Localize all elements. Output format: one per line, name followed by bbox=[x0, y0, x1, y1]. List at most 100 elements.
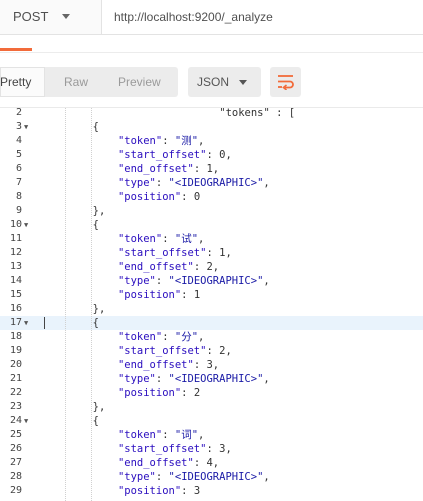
code-line: 16}, bbox=[0, 302, 423, 316]
json-key: "token" bbox=[117, 331, 163, 343]
line-number: 6 bbox=[15, 163, 22, 174]
response-tab-strip bbox=[0, 37, 423, 53]
json-text: : bbox=[181, 485, 194, 497]
code-line: 11 "token": "试", bbox=[0, 232, 423, 246]
json-text: , bbox=[263, 275, 270, 287]
json-text: 2 bbox=[193, 387, 201, 399]
fold-caret-icon[interactable]: ▼ bbox=[24, 316, 28, 330]
json-text: : bbox=[193, 261, 207, 273]
json-text: , bbox=[212, 359, 220, 371]
json-text: : bbox=[162, 429, 175, 441]
json-text: , bbox=[263, 471, 270, 483]
code-line: 12 "start_offset": 1, bbox=[0, 246, 423, 260]
line-number: 3 bbox=[15, 121, 22, 132]
line-number: 22 bbox=[9, 387, 22, 398]
code-line: 20 "end_offset": 3, bbox=[0, 358, 423, 372]
json-key: "position" bbox=[117, 387, 182, 399]
fold-caret-icon[interactable]: ▼ bbox=[24, 120, 28, 134]
line-number: 8 bbox=[15, 191, 22, 202]
line-number: 26 bbox=[9, 443, 22, 454]
line-number: 17 bbox=[9, 317, 22, 328]
code-line: 6 "end_offset": 1, bbox=[0, 162, 423, 176]
json-text: 1 bbox=[193, 289, 201, 301]
code-text: "end_offset": 1, bbox=[118, 162, 219, 176]
json-text: : bbox=[155, 471, 169, 483]
tab-divider bbox=[0, 52, 423, 53]
code-text: "type": "<IDEOGRAPHIC>", bbox=[118, 176, 270, 190]
line-number: 29 bbox=[9, 485, 22, 496]
json-text: { bbox=[92, 317, 99, 329]
json-text: : bbox=[155, 275, 169, 287]
json-string: 词 bbox=[181, 429, 192, 441]
json-key: "start_offset" bbox=[117, 247, 207, 259]
code-line: 13 "end_offset": 2, bbox=[0, 260, 423, 274]
line-number: 19 bbox=[9, 345, 22, 356]
line-number: 10 bbox=[9, 219, 22, 230]
json-text: : bbox=[193, 359, 207, 371]
chevron-down-icon bbox=[239, 80, 247, 85]
json-text: : bbox=[162, 331, 175, 343]
code-line: 27 "end_offset": 4, bbox=[0, 456, 423, 470]
code-text: "end_offset": 2, bbox=[118, 260, 219, 274]
json-text: , bbox=[225, 247, 232, 259]
code-line: 2 "tokens" : [ bbox=[0, 108, 423, 120]
line-number: 28 bbox=[9, 471, 22, 482]
json-key: "type" bbox=[117, 471, 156, 483]
json-text: , bbox=[212, 261, 220, 273]
json-text: : bbox=[155, 177, 169, 189]
code-line: 3 ▼ { bbox=[0, 120, 423, 134]
json-text: , bbox=[212, 163, 220, 175]
code-line: 28 "type": "<IDEOGRAPHIC>", bbox=[0, 470, 423, 484]
code-text: "position": 3 bbox=[118, 484, 200, 498]
json-text: { bbox=[92, 415, 99, 427]
code-text: }, bbox=[93, 204, 106, 218]
code-text: { bbox=[93, 316, 99, 330]
code-text: "position": 1 bbox=[118, 288, 200, 302]
method-select[interactable]: POST bbox=[0, 0, 102, 35]
json-text: , bbox=[263, 373, 270, 385]
code-text: }, bbox=[93, 302, 106, 316]
json-key: "token" bbox=[117, 135, 163, 147]
code-text: "tokens" : [ bbox=[219, 108, 295, 120]
chevron-down-icon bbox=[62, 14, 70, 19]
json-text: : bbox=[206, 247, 220, 259]
fold-caret-icon[interactable]: ▼ bbox=[24, 218, 28, 232]
view-mode-switch: Pretty Raw Preview bbox=[0, 67, 178, 97]
code-line: 10 ▼ { bbox=[0, 218, 423, 232]
line-number: 12 bbox=[9, 247, 22, 258]
line-number: 15 bbox=[9, 289, 22, 300]
code-text: "token": "分", bbox=[118, 330, 204, 344]
response-body-editor[interactable]: 2 "tokens" : [3 ▼{4 "token": "测", 5 "start_of… bbox=[0, 107, 423, 501]
json-text: , bbox=[225, 345, 232, 357]
json-text: : bbox=[162, 233, 175, 245]
format-select[interactable]: JSON bbox=[188, 67, 261, 97]
line-number: 4 bbox=[15, 135, 22, 146]
code-line: 8 "position": 0 bbox=[0, 190, 423, 204]
line-number: 9 bbox=[15, 205, 22, 216]
json-text: : bbox=[162, 135, 175, 147]
url-input[interactable]: http://localhost:9200/_analyze bbox=[102, 0, 423, 35]
indent-guide bbox=[90, 108, 92, 501]
json-text: , bbox=[263, 177, 270, 189]
code-text: "start_offset": 1, bbox=[118, 246, 232, 260]
code-text: { bbox=[93, 414, 99, 428]
view-mode-preview[interactable]: Preview bbox=[118, 75, 161, 89]
url-text: http://localhost:9200/_analyze bbox=[114, 10, 273, 24]
code-text: "position": 0 bbox=[118, 190, 200, 204]
view-mode-pretty[interactable]: Pretty bbox=[0, 67, 45, 97]
json-string: <IDEOGRAPHIC> bbox=[174, 177, 258, 189]
json-text: , bbox=[225, 149, 232, 161]
json-text: }, bbox=[92, 303, 106, 315]
code-text: }, bbox=[93, 400, 106, 414]
code-text: "end_offset": 3, bbox=[118, 358, 219, 372]
fold-caret-icon[interactable]: ▼ bbox=[24, 414, 28, 428]
json-key: "token" bbox=[117, 429, 163, 441]
code-line: 23}, bbox=[0, 400, 423, 414]
json-text: 3 bbox=[193, 485, 201, 497]
json-key: "start_offset" bbox=[117, 443, 207, 455]
wrap-lines-button[interactable] bbox=[270, 67, 301, 97]
view-mode-raw[interactable]: Raw bbox=[64, 75, 88, 89]
json-text: , bbox=[198, 429, 205, 441]
method-label: POST bbox=[13, 9, 49, 24]
json-key: "start_offset" bbox=[117, 345, 207, 357]
